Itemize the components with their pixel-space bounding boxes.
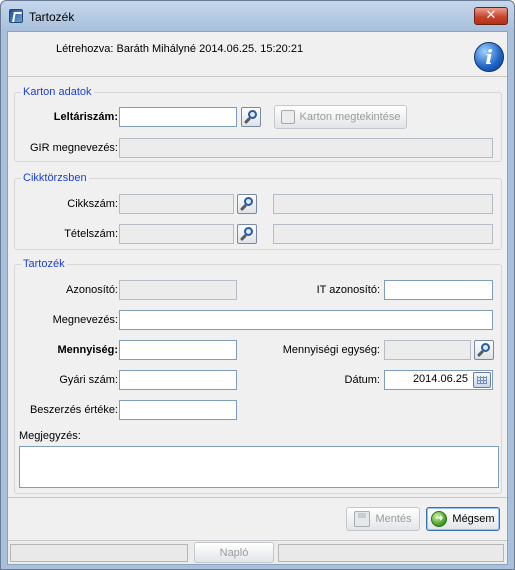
datum-label: Dátum: [344,374,380,386]
header-panel: Létrehozva: Baráth Mihályné 2014.06.25. … [8,32,507,77]
save-button[interactable]: Mentés [346,507,420,531]
title-bar[interactable]: Tartozék ✕ [1,1,514,31]
window-title: Tartozék [29,10,75,24]
cancel-button[interactable]: ➜ Mégsem [426,507,500,531]
mennyisegi-egyseg-label: Mennyiségi egység: [282,344,380,356]
megjegyzes-textarea[interactable] [19,446,499,488]
cikkszam-description-field [273,194,493,214]
beszerzes-label: Beszerzés értéke: [29,404,118,416]
status-field [10,544,188,562]
it-azonosito-label: IT azonosító: [316,284,380,296]
app-icon [9,9,23,23]
tartozek-legend: Tartozék [23,258,65,270]
dialog-window: Tartozék ✕ Létrehozva: Baráth Mihályné 2… [0,0,515,570]
status-field-right [278,544,504,562]
mennyiseg-input[interactable] [119,340,237,360]
mennyisegi-egyseg-field [384,340,471,360]
mennyisegi-egyseg-search-button[interactable] [474,340,494,360]
gyari-szam-label: Gyári szám: [59,374,118,386]
azonosito-field [119,280,237,300]
cancel-icon: ➜ [431,511,448,527]
info-icon[interactable]: i [474,42,504,72]
log-label: Napló [219,546,249,559]
leltarszam-input[interactable] [119,107,237,127]
cikkszam-search-button[interactable] [237,194,257,214]
created-by-text: Létrehozva: Baráth Mihályné 2014.06.25. … [56,43,304,55]
gir-field [119,138,493,158]
status-bar: Napló [8,540,507,564]
gir-label: GIR megnevezés: [29,142,118,154]
view-card-button[interactable]: Karton megtekintése [274,105,407,129]
leltarszam-label: Leltáriszám: [53,111,118,123]
leltarszam-search-button[interactable] [241,107,261,127]
save-label: Mentés [375,513,412,525]
cikkszam-field [119,194,234,214]
view-card-label: Karton megtekintése [299,111,401,123]
megnevezes-label: Megnevezés: [52,314,118,326]
megjegyzes-label: Megjegyzés: [19,430,81,442]
close-button[interactable]: ✕ [474,7,508,25]
close-icon: ✕ [485,8,497,23]
beszerzes-input[interactable] [119,400,237,420]
calendar-icon[interactable] [473,372,491,388]
cikkszam-label: Cikkszám: [67,198,118,210]
megnevezes-input[interactable] [119,310,493,330]
save-icon [354,511,371,527]
dialog-content: Létrehozva: Baráth Mihályné 2014.06.25. … [7,31,508,565]
it-azonosito-input[interactable] [384,280,493,300]
azonosito-label: Azonosító: [66,284,118,296]
cikk-legend: Cikktörzsben [23,172,87,184]
footer-separator [8,497,507,498]
mennyiseg-label: Mennyiség: [57,344,118,356]
cancel-label: Mégsem [452,513,495,525]
datum-value: 2014.06.25 [412,373,468,385]
log-button[interactable]: Napló [194,542,274,563]
tetelszam-search-button[interactable] [237,224,257,244]
tetelszam-label: Tételszám: [64,228,118,240]
karton-legend: Karton adatok [23,86,92,98]
document-icon [280,110,295,124]
tetelszam-field [119,224,234,244]
gyari-szam-input[interactable] [119,370,237,390]
tetelszam-description-field [273,224,493,244]
